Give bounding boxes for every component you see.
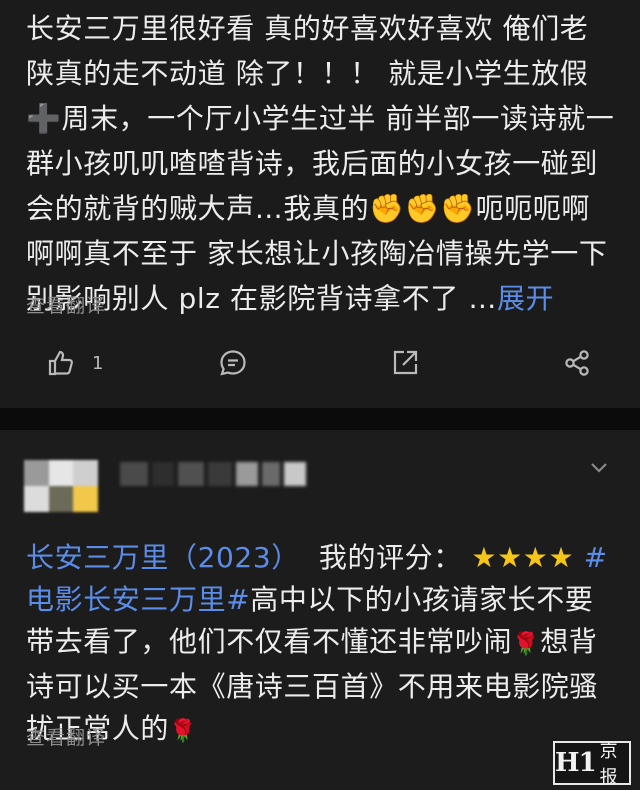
star-rating: ★★★★ [471,541,575,574]
expand-link[interactable]: 展开 [497,282,554,315]
translate-link[interactable]: 查看翻译 [26,723,106,750]
section-divider [0,408,640,430]
avatar[interactable] [24,460,98,512]
username[interactable] [120,462,320,486]
comment-icon [220,350,246,376]
thumbs-up-icon [48,350,73,376]
action-bar: 1 [0,345,640,385]
fist-emojis: ✊✊✊ [369,192,476,225]
share-button[interactable] [562,345,592,381]
like-button[interactable]: 1 [46,345,103,381]
external-share-button[interactable] [390,345,420,381]
more-menu-button[interactable] [586,456,612,478]
like-count: 1 [92,352,104,374]
review-text: 长安三万里（2023） 我的评分： ★★★★ #电影长安三万里#高中以下的小孩请… [26,537,616,753]
watermark-logo: H1 京报 [553,741,631,788]
watermark-text: 京报 [599,741,618,788]
post-text: 长安三万里很好看 真的好喜欢好喜欢 俺们老陕真的走不动道 除了！！！ 就是小学生… [26,6,616,321]
rose-icon: 🌹 [512,632,541,657]
chevron-down-icon [591,463,607,473]
comment-button[interactable] [218,345,248,381]
post-card: 长安三万里很好看 真的好喜欢好喜欢 俺们老陕真的走不动道 除了！！！ 就是小学生… [0,0,640,408]
rating-label: 我的评分： [318,541,462,574]
watermark-mark: H1 [555,748,597,778]
external-share-icon [393,350,418,375]
movie-title-link[interactable]: 长安三万里（2023） [26,541,300,574]
share-nodes-icon [565,350,589,376]
translate-link[interactable]: 查看翻译 [26,291,106,318]
rose-icon: 🌹 [169,719,198,744]
